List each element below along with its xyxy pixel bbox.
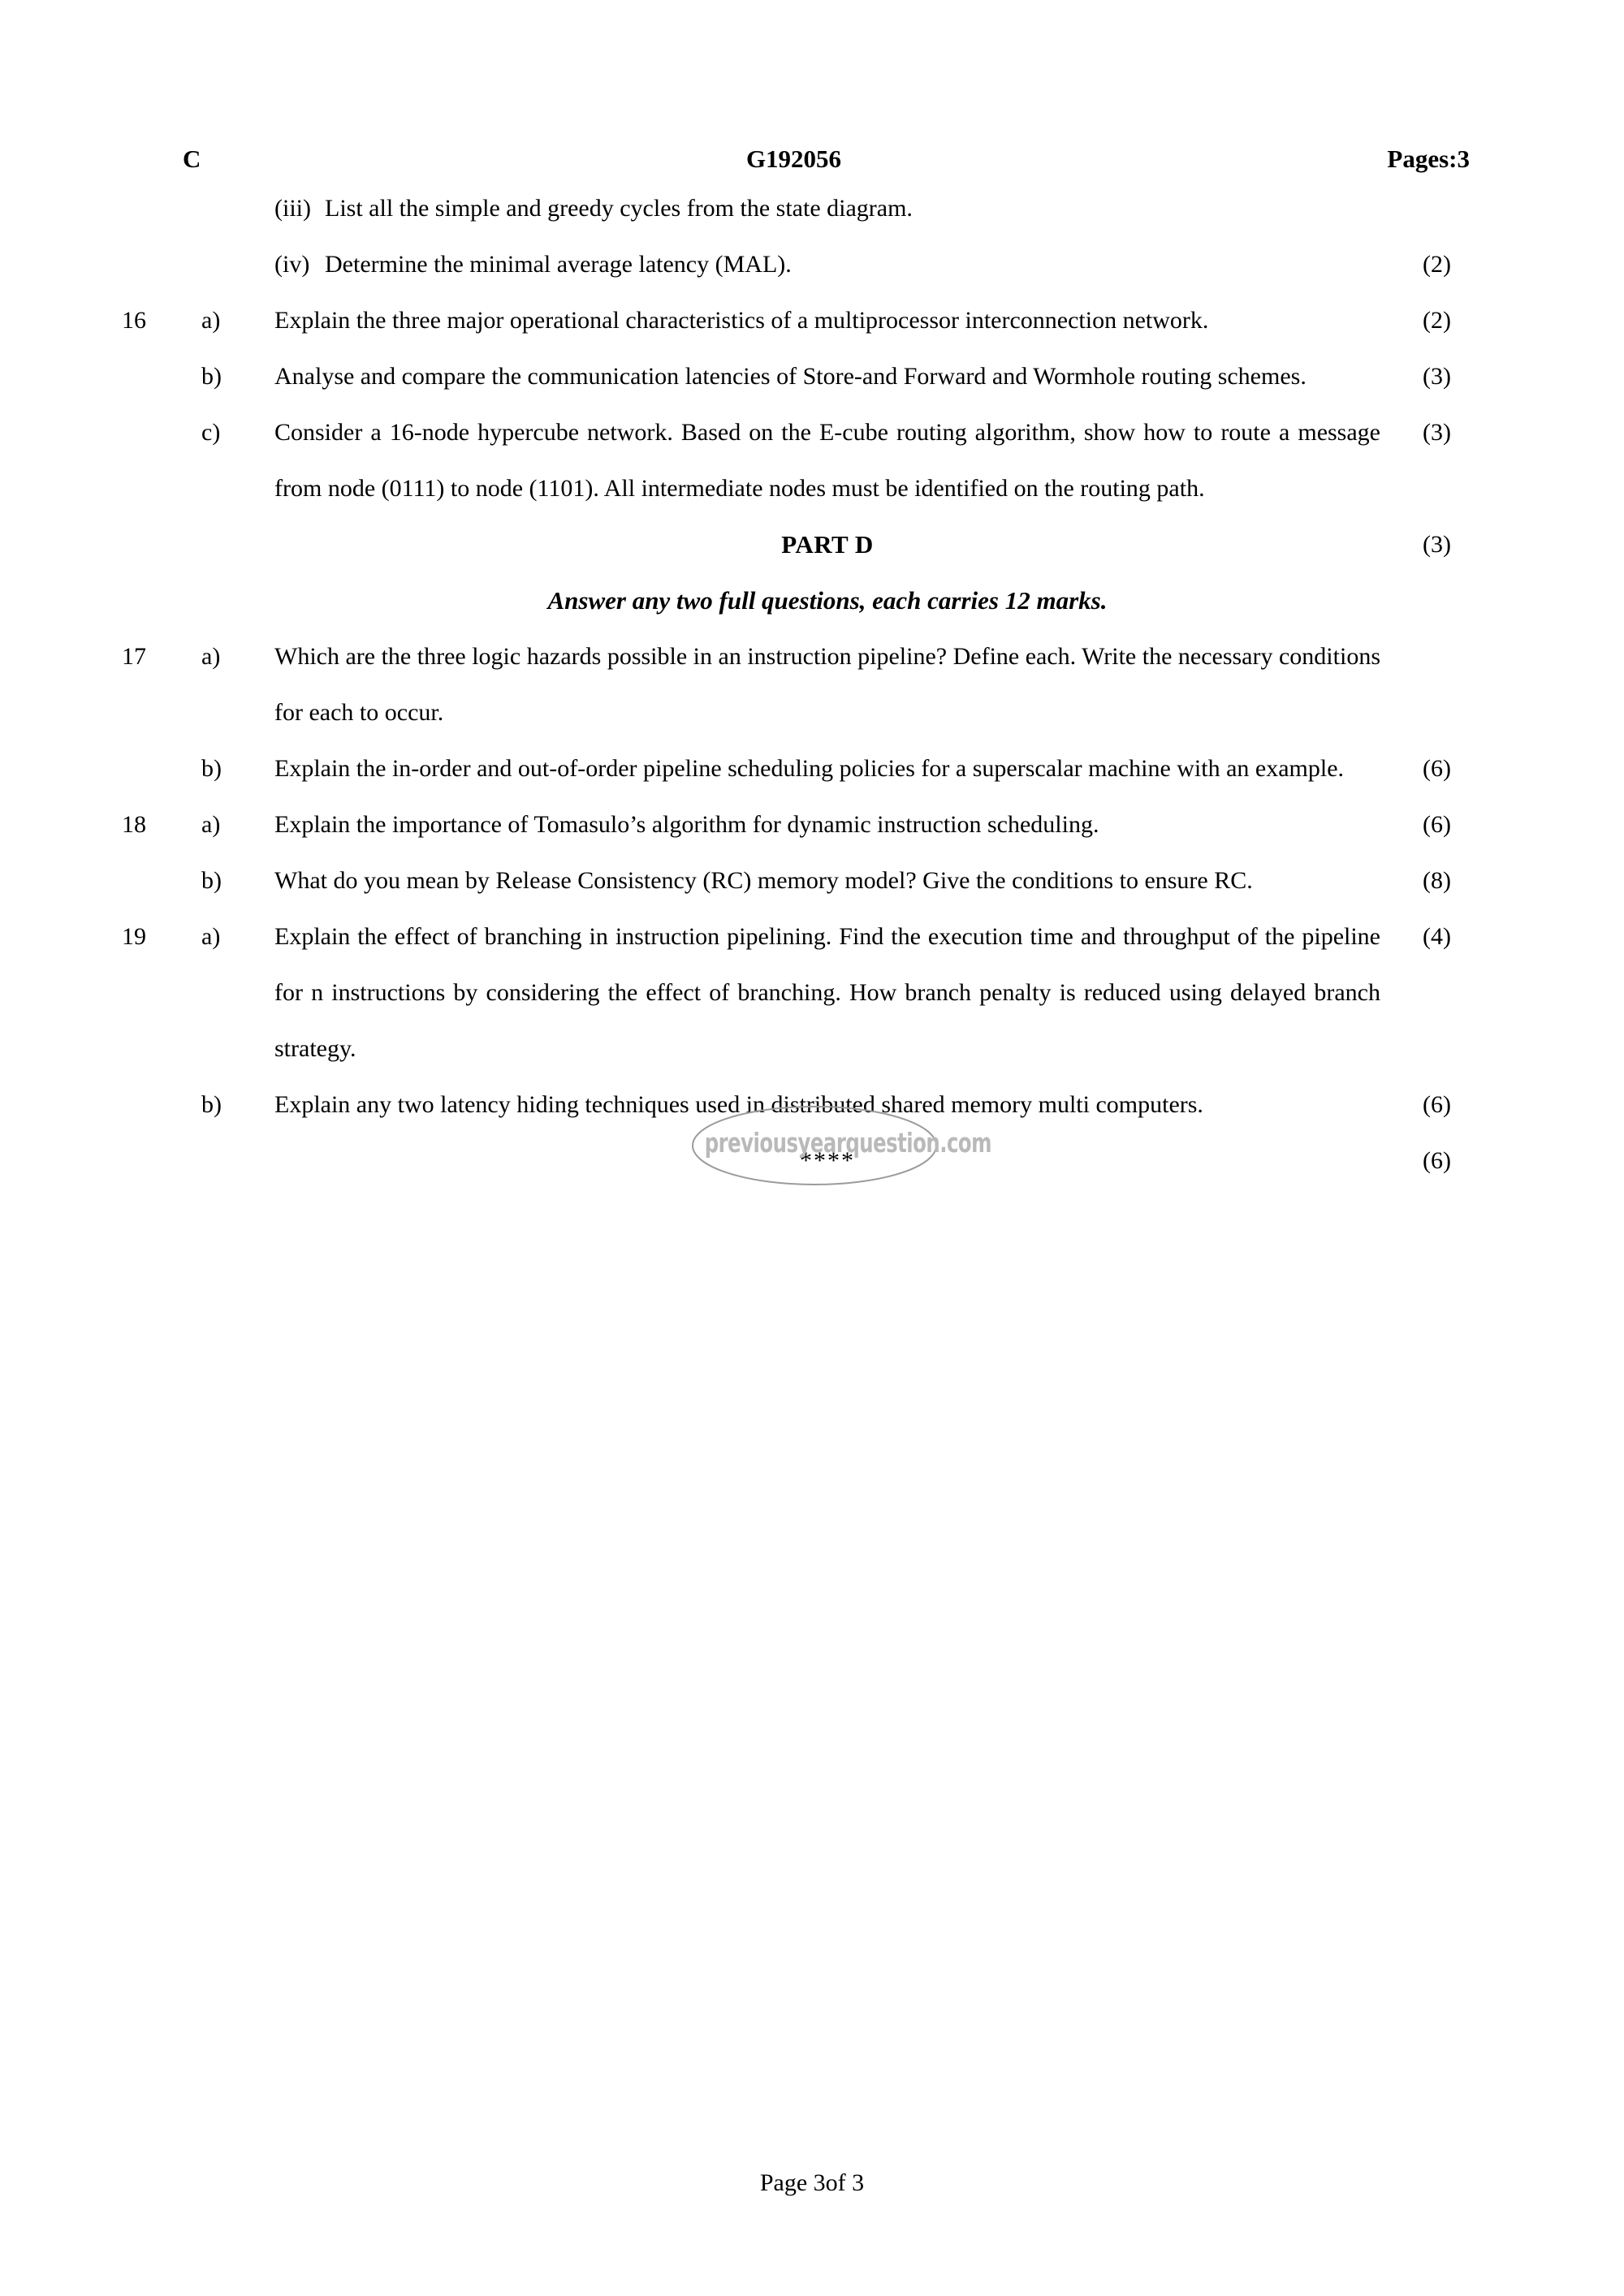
question-sub-label: b) [201,755,222,782]
question-sub-label: a) [201,811,221,838]
question-row: 19 a) Explain the effect of branching in i… [0,908,1624,1118]
question-row: c) Consider a 16-node hypercube network. … [0,404,1624,558]
question-text: Explain the three major operational char… [274,307,1209,334]
sub-part-label: (iii) [274,195,311,222]
header-paper-code: G192056 [745,145,842,173]
question-text: (iii) List all the simple and greedy cycl… [274,180,1380,236]
part-heading: PART D [781,530,874,559]
page-footer: Page 3of 3 [0,2169,1624,2197]
question-text: Explain the importance of Tomasulo’s alg… [274,811,1099,838]
sub-part-label: (iv) [274,251,310,278]
sub-part-text: Determine the minimal average latency (M… [325,251,792,278]
question-row: 16 a) Explain the three major operational … [0,292,1624,390]
sub-part-row: (iii) List all the simple and greedy cycl… [0,180,1624,278]
question-marks: (3) [1423,531,1451,558]
question-sub-label: b) [201,363,222,390]
question-row: b) Analyse and compare the communication … [0,348,1624,446]
end-of-paper-mark: **** [800,1147,855,1174]
question-text: Explain the in-order and out-of-order pi… [274,755,1345,782]
document-page: C G192056 Pages:3 (iii) List all the simp… [0,0,1624,2296]
question-text: (iv) Determine the minimal average latenc… [274,236,1380,292]
question-list: (iii) List all the simple and greedy cycl… [0,180,1624,1189]
question-text: Which are the three logic hazards possib… [274,643,1380,726]
sub-part-row: (iv) Determine the minimal average latenc… [0,236,1624,334]
sub-part-text: List all the simple and greedy cycles fr… [325,195,913,222]
question-sub-label: a) [201,307,221,334]
question-number: 18 [122,811,146,838]
question-sub-label: b) [201,1091,222,1118]
question-number: 16 [122,307,146,334]
question-sub-label: a) [201,923,221,950]
question-text: What do you mean by Release Consistency … [274,867,1253,894]
question-text: Explain the effect of branching in instr… [274,923,1380,1062]
question-text: Explain any two latency hiding technique… [274,1091,1203,1118]
question-number: 19 [122,923,146,950]
question-marks: (6) [1423,1147,1451,1174]
question-sub-label: c) [201,419,221,446]
question-row: 18 a) Explain the importance of Tomasulo’s… [0,796,1624,894]
question-text: Consider a 16-node hypercube network. Ba… [274,419,1380,502]
question-row: 17 a) Which are the three logic hazards po… [0,628,1624,782]
footer-page-number: Page 3of 3 [759,2169,865,2196]
question-row: b) What do you mean by Release Consistenc… [0,852,1624,950]
question-sub-label: b) [201,867,222,894]
part-instruction: Answer any two full questions, each carr… [547,586,1108,615]
question-sub-label: a) [201,643,221,670]
page-header: C G192056 Pages:3 [183,145,1470,174]
question-number: 17 [122,643,146,670]
question-row: b) Explain the in-order and out-of-order … [0,740,1624,838]
question-row: b) Explain any two latency hiding techniq… [0,1077,1624,1174]
header-code-letter: C [183,145,201,173]
question-text: Analyse and compare the communication la… [274,363,1307,390]
header-pages-label: Pages:3 [1387,145,1470,173]
